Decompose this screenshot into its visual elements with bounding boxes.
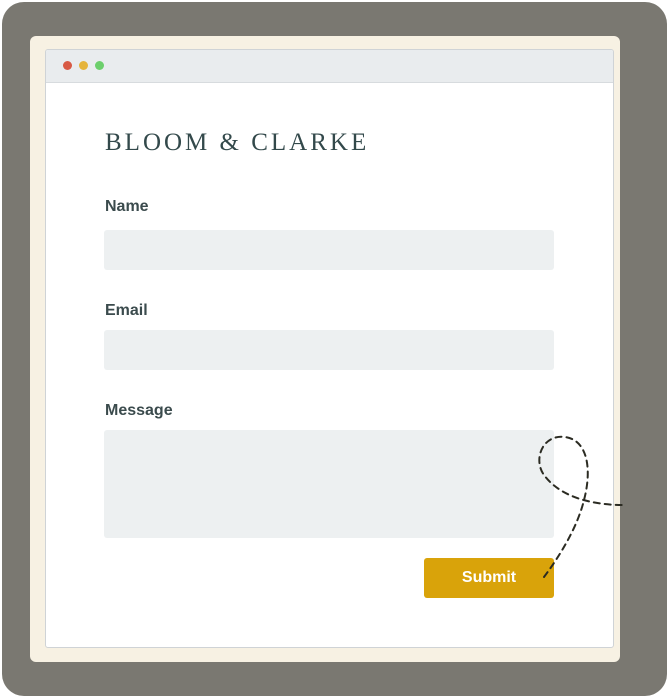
email-label: Email	[105, 302, 148, 319]
message-label: Message	[105, 402, 173, 419]
browser-window: BLOOM & CLARKE Name Email Message Submit	[45, 49, 614, 648]
message-field[interactable]	[104, 430, 554, 538]
email-field[interactable]	[104, 330, 554, 370]
brand-logo: BLOOM & CLARKE	[105, 129, 370, 156]
submit-button[interactable]: Submit	[424, 558, 554, 598]
window-title-bar	[46, 50, 613, 83]
maximize-window-icon[interactable]	[95, 61, 104, 70]
close-window-icon[interactable]	[63, 61, 72, 70]
name-label: Name	[105, 198, 149, 215]
name-field[interactable]	[104, 230, 554, 270]
minimize-window-icon[interactable]	[79, 61, 88, 70]
